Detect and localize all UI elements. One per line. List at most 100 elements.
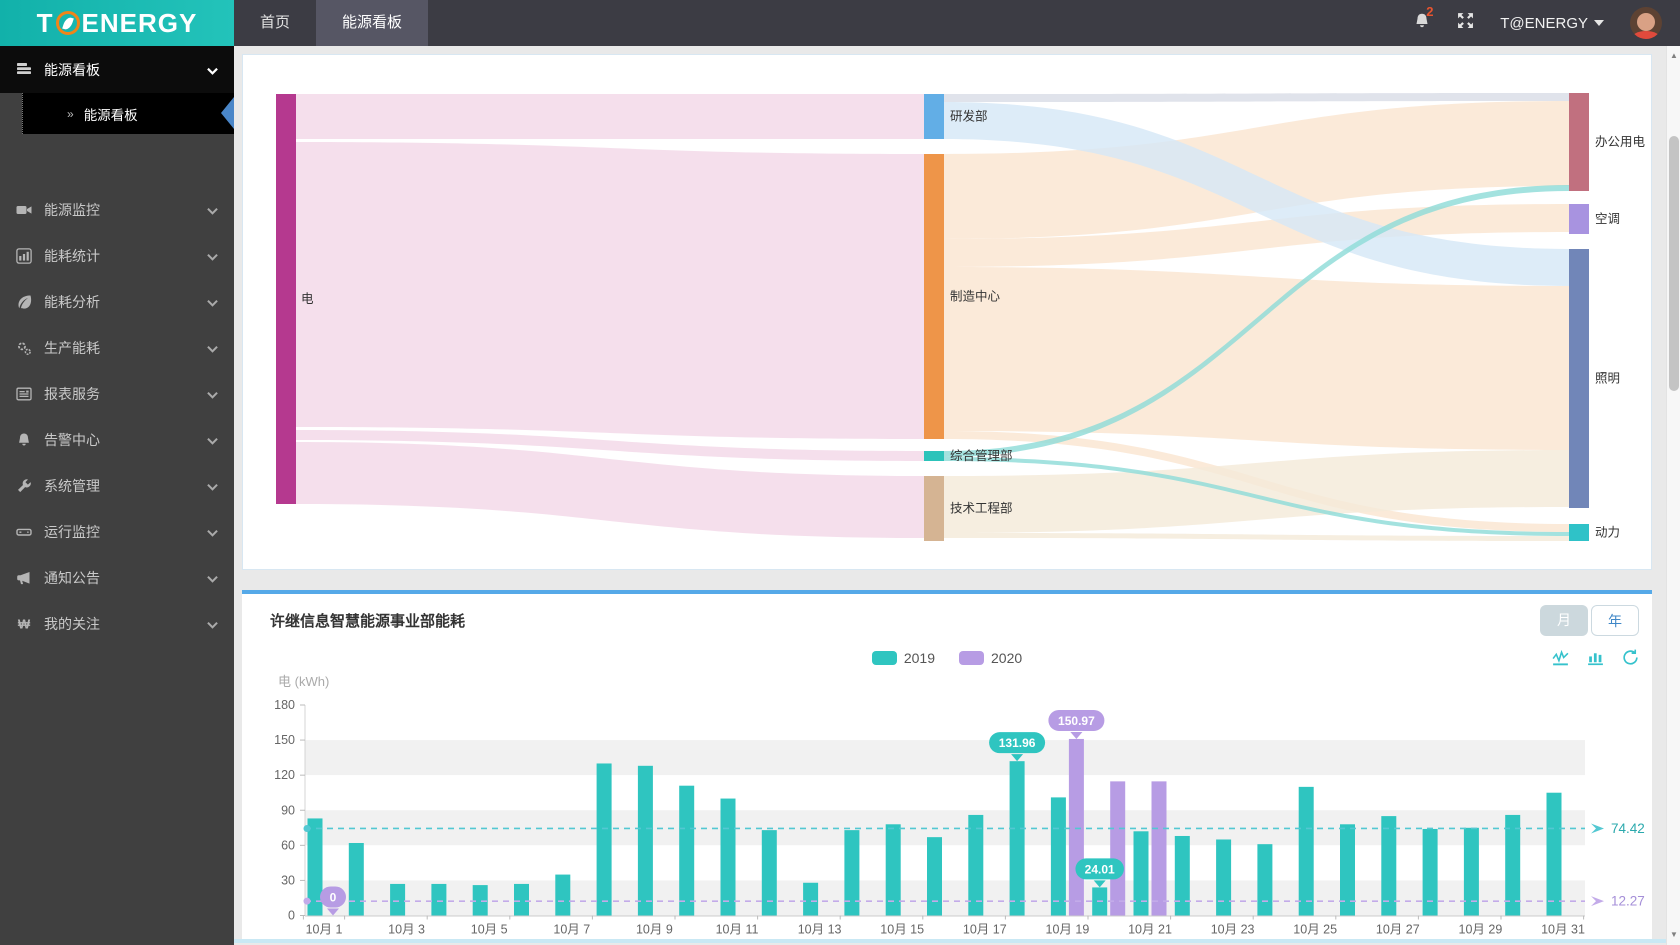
sankey-node-zhaoming[interactable]: [1569, 249, 1589, 508]
sankey-node-zonghe[interactable]: [924, 451, 944, 461]
megaphone-icon: [16, 570, 32, 586]
bar-2019-10月 18[interactable]: [1009, 761, 1025, 916]
sidebar-item-label: 我的关注: [44, 616, 100, 632]
tab-home[interactable]: 首页: [234, 0, 316, 46]
sankey-chart[interactable]: 电 研发部制造中心综合管理部技术工程部 办公用电空调照明动力: [243, 55, 1651, 569]
sidebar-item-label: 能源监控: [44, 202, 100, 218]
video-icon: [16, 202, 32, 218]
scroll-down-icon[interactable]: ▼: [1667, 927, 1680, 943]
scrollbar-thumb[interactable]: [1669, 136, 1679, 391]
sankey-link-jishu-dongli[interactable]: [944, 533, 1569, 541]
bar-2019-10月 12[interactable]: [761, 830, 777, 916]
bar-2019-10月 29[interactable]: [1463, 827, 1479, 916]
sankey-node-kongtiao[interactable]: [1569, 204, 1589, 234]
bar-2019-10月 7[interactable]: [555, 874, 571, 916]
bar-2019-10月 6[interactable]: [514, 883, 529, 916]
hdd-icon: [16, 524, 32, 540]
bar-2019-10月 22[interactable]: [1174, 835, 1190, 916]
bar-2019-10月 10[interactable]: [679, 785, 695, 916]
sankey-node-yanfa[interactable]: [924, 94, 944, 139]
bar-2019-10月 13[interactable]: [803, 882, 819, 916]
bar-2019-10月 31[interactable]: [1546, 792, 1562, 916]
bar-2019-10月 25[interactable]: [1298, 786, 1314, 916]
sidebar-item-stats[interactable]: 能耗统计: [0, 233, 234, 279]
x-tick-label: 10月 17: [963, 923, 1007, 937]
sankey-link-yanfa-bangong[interactable]: [944, 93, 1569, 102]
sankey-node-zhizao[interactable]: [924, 154, 944, 439]
bar-2019-10月 3[interactable]: [390, 883, 406, 916]
bar-2020-10月 21[interactable]: [1151, 781, 1167, 916]
sidebar-group-energy-kanban[interactable]: 能源看板: [0, 46, 234, 93]
plot-stripe: [305, 775, 1585, 811]
marker-pin-value: 150.97: [1058, 714, 1095, 728]
x-tick-label: 10月 21: [1128, 923, 1172, 937]
bar-2019-10月 11[interactable]: [720, 798, 736, 916]
sidebar-item-hdd[interactable]: 运行监控: [0, 509, 234, 555]
app-logo[interactable]: T ENERGY: [0, 0, 234, 46]
bar-2020-10月 19[interactable]: [1068, 738, 1084, 916]
header-right: 2 T@ENERGY: [1413, 0, 1662, 46]
sidebar-item-megaphone[interactable]: 通知公告: [0, 555, 234, 601]
bar-2019-10月 2[interactable]: [348, 842, 364, 916]
sidebar-item-label: 通知公告: [44, 570, 100, 586]
sidebar-item-report[interactable]: 报表服务: [0, 371, 234, 417]
chevron-down-icon: [207, 478, 218, 494]
report-icon: [16, 386, 32, 402]
sankey-node-bangong[interactable]: [1569, 93, 1589, 191]
energy-bar-chart[interactable]: 0 30 60 90 120 150 180 电 (kWh) 10月 1 10月 3 10月 5 10…: [242, 594, 1650, 940]
sidebar-item-label: 生产能耗: [44, 340, 100, 356]
sankey-node-dian[interactable]: [276, 94, 296, 504]
tab-energy-kanban[interactable]: 能源看板: [316, 0, 429, 46]
bar-2019-10月 4[interactable]: [431, 883, 447, 916]
sankey-link-zhizao-zhaoming[interactable]: [944, 267, 1569, 450]
sidebar-menu: 能源监控能耗统计 能耗分析生产能耗报表服务 告警中心 系统管理 运行监控通知公告 ₩ 我的关…: [0, 180, 234, 647]
sidebar-item-gears[interactable]: 生产能耗: [0, 325, 234, 371]
horizontal-scroll-hint[interactable]: [234, 939, 1666, 943]
sankey-node-dongli[interactable]: [1569, 524, 1589, 541]
sankey-node-label: 动力: [1595, 526, 1620, 540]
sidebar-item-won[interactable]: ₩ 我的关注: [0, 601, 234, 647]
bar-2019-10月 9[interactable]: [637, 765, 653, 916]
sidebar-item-leaf[interactable]: 能耗分析: [0, 279, 234, 325]
sankey-node-label: 综合管理部: [950, 448, 1013, 463]
username-label: T@ENERGY: [1500, 14, 1588, 32]
user-menu[interactable]: T@ENERGY: [1500, 15, 1604, 32]
bar-2019-10月 19[interactable]: [1050, 797, 1066, 916]
svg-text:₩: ₩: [18, 617, 31, 632]
sankey-node-label: 照明: [1595, 372, 1620, 386]
scroll-up-icon[interactable]: ▲: [1667, 48, 1680, 64]
gears-icon: [16, 340, 32, 356]
sankey-node-label: 电: [301, 292, 314, 306]
x-tick-label: 10月 15: [880, 923, 924, 937]
sidebar-item-energy-kanban-active[interactable]: » 能源看板: [22, 93, 234, 134]
chevron-down-icon: [207, 62, 218, 78]
sidebar-item-video[interactable]: 能源监控: [0, 187, 234, 233]
bar-2019-10月 5[interactable]: [472, 885, 488, 916]
fullscreen-button[interactable]: [1457, 12, 1474, 34]
sidebar-item-bell[interactable]: 告警中心: [0, 417, 234, 463]
energy-bar-card: 许继信息智慧能源事业部能耗 月 年 2019 2020 0 30 60 90 120 150…: [242, 590, 1652, 940]
vertical-scrollbar[interactable]: ▲ ▼: [1666, 46, 1680, 945]
bar-2019-10月 8[interactable]: [596, 763, 612, 916]
bar-2019-10月 23[interactable]: [1216, 839, 1232, 916]
bar-2020-10月 20[interactable]: [1110, 781, 1126, 916]
bar-2019-10月 14[interactable]: [844, 830, 860, 916]
bar-2019-10月 16[interactable]: [927, 837, 942, 916]
y-tick-label: 180: [274, 698, 295, 712]
sankey-node-label: 空调: [1595, 212, 1620, 226]
sidebar-item-wrench[interactable]: 系统管理: [0, 463, 234, 509]
x-tick-label: 10月 25: [1293, 923, 1337, 937]
bar-2019-10月 28[interactable]: [1422, 828, 1438, 916]
notification-bell[interactable]: 2: [1413, 4, 1433, 35]
avatar[interactable]: [1630, 7, 1662, 39]
sankey-node-jishu[interactable]: [924, 476, 944, 541]
bar-2019-10月 24[interactable]: [1257, 844, 1273, 916]
sankey-link-dian-zhizao[interactable]: [296, 142, 924, 439]
bar-2019-10月 21[interactable]: [1133, 831, 1149, 916]
chevron-down-icon: [207, 202, 218, 218]
sidebar-subitem-label: 能源看板: [83, 107, 138, 123]
y-axis-unit-label: 电 (kWh): [278, 674, 329, 689]
x-tick-label: 10月 3: [388, 923, 425, 937]
x-tick-label: 10月 31: [1541, 923, 1585, 937]
sankey-link-dian-yanfa[interactable]: [296, 94, 924, 139]
